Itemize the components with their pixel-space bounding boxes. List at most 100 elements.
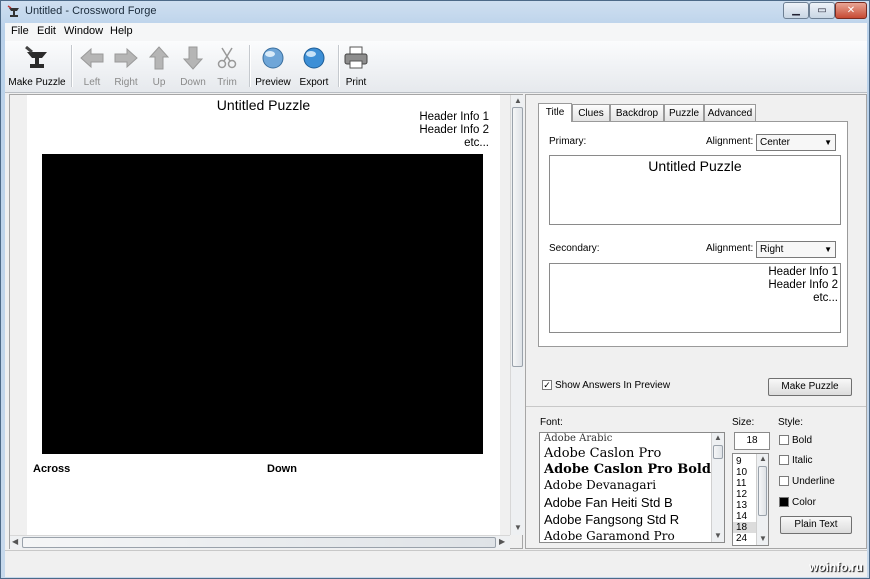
status-bar xyxy=(5,550,867,577)
size-scroll-thumb[interactable] xyxy=(758,466,767,516)
puzzle-preview-pane: Untitled Puzzle Header Info 1 Header Inf… xyxy=(9,94,524,549)
secondary-line-2: Header Info 2 xyxy=(768,279,838,291)
color-swatch[interactable] xyxy=(779,497,789,507)
down-label: Down xyxy=(180,77,206,88)
printer-icon xyxy=(343,46,369,73)
menu-bar: File Edit Window Help xyxy=(5,23,867,41)
font-list-scrollbar[interactable]: ▲ ▼ xyxy=(711,433,724,542)
primary-title-field[interactable]: Untitled Puzzle xyxy=(549,155,841,225)
export-tool-button[interactable]: Export xyxy=(296,44,332,90)
right-tool-button[interactable]: Right xyxy=(109,44,143,90)
tab-clues[interactable]: Clues xyxy=(572,104,610,121)
list-item[interactable]: 10 xyxy=(736,467,747,478)
up-label: Up xyxy=(152,77,166,88)
italic-checkbox[interactable] xyxy=(779,455,789,465)
font-scroll-thumb[interactable] xyxy=(713,445,723,459)
style-label: Style: xyxy=(778,417,804,428)
vertical-scroll-thumb[interactable] xyxy=(512,107,523,367)
trim-tool-button[interactable]: Trim xyxy=(213,44,241,90)
list-item[interactable]: Adobe Devanagari xyxy=(544,478,656,492)
size-label: Size: xyxy=(732,417,755,428)
tab-puzzle[interactable]: Puzzle xyxy=(664,104,704,121)
minimize-icon: ▁ xyxy=(792,5,800,16)
header-line-2: Header Info 2 xyxy=(419,124,489,136)
close-button[interactable]: ✕ xyxy=(835,2,867,19)
anvil-app-icon xyxy=(7,5,21,19)
title-bar[interactable]: Untitled - Crossword Forge ▁ ▭ ✕ xyxy=(1,1,869,23)
menu-file[interactable]: File xyxy=(11,25,29,37)
size-list[interactable]: 9 10 11 12 13 14 18 24 ▲ ▼ xyxy=(732,453,769,546)
bold-label: Bold xyxy=(792,435,813,446)
primary-title-text: Untitled Puzzle xyxy=(648,158,742,174)
left-tool-button[interactable]: Left xyxy=(77,44,107,90)
list-item[interactable]: 12 xyxy=(736,489,747,500)
show-answers-checkbox[interactable]: ✓ xyxy=(542,380,552,390)
scroll-right-icon[interactable]: ▶ xyxy=(499,537,505,546)
underline-label: Underline xyxy=(792,476,835,487)
tab-advanced[interactable]: Advanced xyxy=(704,104,756,121)
size-field[interactable]: 18 xyxy=(734,432,770,450)
puzzle-page: Untitled Puzzle Header Info 1 Header Inf… xyxy=(27,95,500,535)
minimize-button[interactable]: ▁ xyxy=(783,2,809,19)
scroll-up-icon[interactable]: ▲ xyxy=(514,96,522,105)
scroll-left-icon[interactable]: ◀ xyxy=(12,537,18,546)
make-puzzle-tool-button[interactable]: Make Puzzle xyxy=(7,44,67,90)
list-item[interactable]: 24 xyxy=(736,533,747,544)
watermark-text: woinfo.ru xyxy=(809,560,863,574)
list-item[interactable]: 13 xyxy=(736,500,747,511)
toolbar-separator xyxy=(338,45,340,87)
menu-edit[interactable]: Edit xyxy=(37,25,56,37)
maximize-button[interactable]: ▭ xyxy=(809,2,835,19)
globe-export-icon xyxy=(302,46,326,73)
horizontal-scroll-thumb[interactable] xyxy=(22,537,496,548)
scroll-down-icon[interactable]: ▼ xyxy=(759,534,767,543)
toolbar-separator xyxy=(71,45,73,87)
primary-alignment-value: Center xyxy=(760,137,791,148)
menu-help[interactable]: Help xyxy=(110,25,133,37)
vertical-scrollbar[interactable]: ▲ ▼ xyxy=(510,95,524,535)
list-item[interactable]: Adobe Garamond Pro xyxy=(544,529,675,542)
preview-tool-button[interactable]: Preview xyxy=(254,44,292,90)
chevron-down-icon: ▼ xyxy=(824,138,832,147)
menu-window[interactable]: Window xyxy=(64,25,103,37)
scroll-up-icon[interactable]: ▲ xyxy=(714,433,722,442)
app-window: Untitled - Crossword Forge ▁ ▭ ✕ File Ed… xyxy=(0,0,870,579)
arrow-left-icon xyxy=(79,46,105,73)
secondary-header-field[interactable]: Header Info 1 Header Info 2 etc... xyxy=(549,263,841,333)
list-item[interactable]: Adobe Caslon Pro xyxy=(544,446,661,461)
size-list-scrollbar[interactable]: ▲ ▼ xyxy=(756,454,768,545)
horizontal-scrollbar[interactable]: ◀ ▶ xyxy=(10,535,510,549)
crossword-grid[interactable] xyxy=(42,154,483,454)
window-title: Untitled - Crossword Forge xyxy=(25,5,157,17)
tab-backdrop[interactable]: Backdrop xyxy=(610,104,664,121)
scroll-down-icon[interactable]: ▼ xyxy=(714,531,722,540)
header-line-1: Header Info 1 xyxy=(419,111,489,123)
scroll-down-icon[interactable]: ▼ xyxy=(514,523,522,532)
secondary-label: Secondary: xyxy=(549,243,600,254)
title-tab-panel: Primary: Alignment: Center ▼ Untitled Pu… xyxy=(538,121,848,347)
show-answers-label: Show Answers In Preview xyxy=(555,380,671,391)
up-tool-button[interactable]: Up xyxy=(146,44,172,90)
export-label: Export xyxy=(299,77,329,88)
list-item[interactable]: Adobe Fan Heiti Std B xyxy=(544,495,673,510)
list-item[interactable]: Adobe Arabic xyxy=(544,433,612,444)
list-item[interactable]: Adobe Caslon Pro Bold xyxy=(544,462,711,477)
tab-title[interactable]: Title xyxy=(538,103,572,122)
list-item[interactable]: Adobe Fangsong Std R xyxy=(544,512,679,527)
print-tool-button[interactable]: Print xyxy=(342,44,370,90)
primary-alignment-select[interactable]: Center ▼ xyxy=(756,134,836,151)
font-list[interactable]: Adobe Arabic Adobe Caslon Pro Adobe Casl… xyxy=(539,432,725,543)
list-item[interactable]: 9 xyxy=(736,456,742,467)
bold-checkbox[interactable] xyxy=(779,435,789,445)
make-puzzle-button[interactable]: Make Puzzle xyxy=(768,378,852,396)
list-item[interactable]: 11 xyxy=(736,478,746,489)
divider xyxy=(526,406,866,407)
underline-checkbox[interactable] xyxy=(779,476,789,486)
list-item[interactable]: 14 xyxy=(736,511,747,522)
scroll-up-icon[interactable]: ▲ xyxy=(759,454,767,463)
secondary-alignment-select[interactable]: Right ▼ xyxy=(756,241,836,258)
right-label: Right xyxy=(114,77,138,88)
down-tool-button[interactable]: Down xyxy=(177,44,209,90)
italic-label: Italic xyxy=(792,455,813,466)
plain-text-button[interactable]: Plain Text xyxy=(780,516,852,534)
